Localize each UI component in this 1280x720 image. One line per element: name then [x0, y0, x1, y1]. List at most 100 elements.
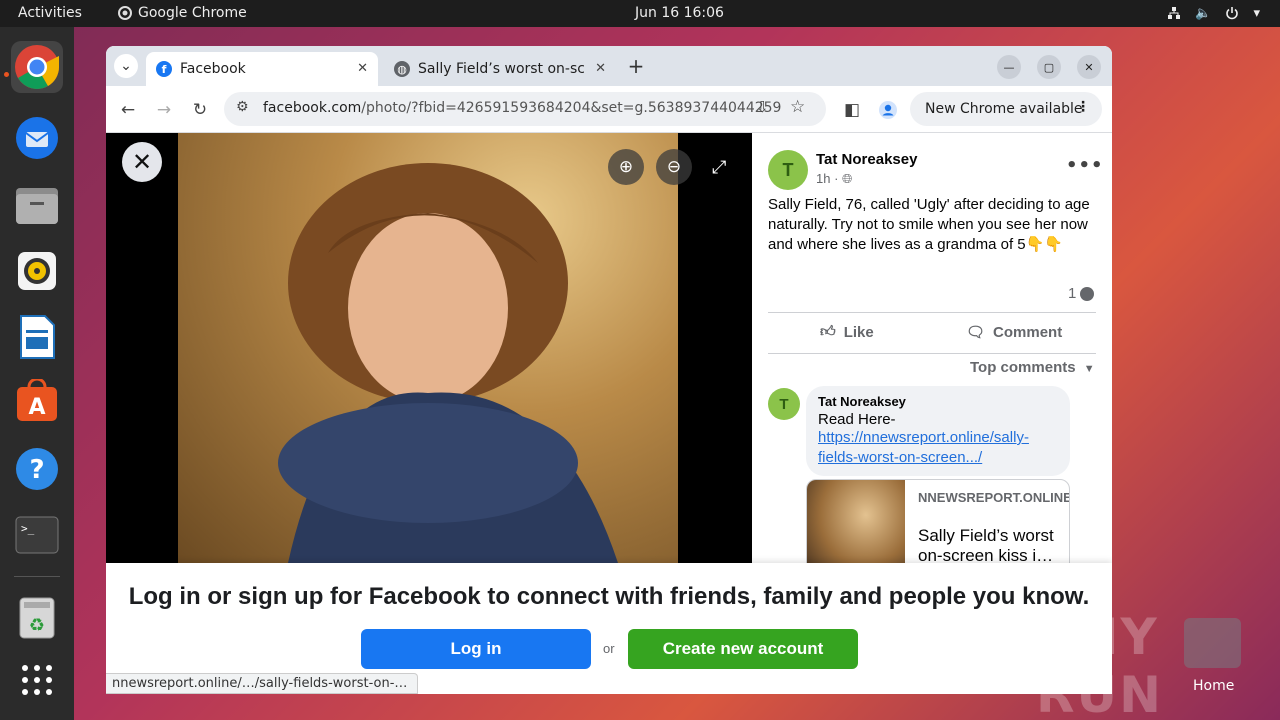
dock-software[interactable]: A: [11, 375, 63, 427]
dock-rhythmbox[interactable]: [11, 245, 63, 297]
close-icon: ✕: [131, 148, 153, 176]
comment-label: Comment: [993, 323, 1063, 341]
fullscreen-button[interactable]: ⤢: [712, 157, 726, 178]
profile-button[interactable]: [876, 98, 900, 122]
zoom-out-icon: ⊖: [666, 157, 682, 177]
portrait-image: [278, 163, 618, 563]
log-in-button[interactable]: Log in: [361, 629, 591, 669]
side-panel-button[interactable]: ◧: [840, 98, 864, 122]
writer-icon: [20, 315, 55, 359]
divider: [768, 312, 1096, 313]
author-avatar[interactable]: T: [768, 150, 808, 190]
minimize-button[interactable]: —: [997, 55, 1021, 79]
install-app-icon[interactable]: ⇩: [756, 98, 769, 116]
close-window-button[interactable]: ✕: [1077, 55, 1101, 79]
close-photo-button[interactable]: ✕: [122, 142, 162, 182]
svg-text:A: A: [28, 395, 45, 420]
comment-count[interactable]: 1: [1068, 285, 1095, 302]
apps-grid-icon: [22, 665, 52, 695]
dock-separator: [14, 576, 60, 577]
app-menu[interactable]: Google Chrome: [118, 5, 247, 21]
comment-text: Read Here-: [818, 411, 896, 428]
post-time[interactable]: 1h ·: [816, 171, 838, 186]
commenter-avatar[interactable]: T: [768, 388, 800, 420]
address-bar[interactable]: ⚙ facebook.com/photo/?fbid=4265915936842…: [224, 92, 826, 126]
url-path: /photo/?fbid=426591593684204&set=g.56389…: [361, 100, 782, 116]
new-tab-button[interactable]: +: [624, 54, 648, 78]
maximize-button[interactable]: ▢: [1037, 55, 1061, 79]
dock-terminal[interactable]: >_: [11, 509, 63, 561]
minimize-icon: —: [1003, 60, 1015, 74]
plus-icon: +: [627, 54, 645, 78]
tab-facebook[interactable]: f Facebook ✕: [146, 52, 378, 86]
help-icon: ?: [16, 448, 58, 490]
tab-sally-field[interactable]: ◍ Sally Field’s worst on-scr ✕: [384, 52, 616, 86]
post-sidebar: T Tat Noreaksey 1h · 🌐︎ ••• Sally Field,…: [752, 133, 1112, 563]
comment-link[interactable]: https://nnewsreport.online/sally-fields-…: [818, 428, 1058, 468]
arrow-left-icon: ←: [120, 100, 136, 120]
zoom-out-button[interactable]: ⊖: [656, 149, 692, 185]
post-meta: 1h · 🌐︎: [816, 171, 852, 187]
thumbs-up-icon: 👍︎: [820, 323, 836, 340]
url-text: facebook.com/photo/?fbid=426591593684204…: [263, 100, 781, 116]
zoom-in-button[interactable]: ⊕: [608, 149, 644, 185]
site-info-icon[interactable]: ⚙: [236, 99, 249, 115]
dock: A ? >_ ♻: [0, 27, 74, 720]
dock-files[interactable]: [11, 179, 63, 231]
network-icon: [1168, 7, 1181, 19]
back-button[interactable]: ←: [116, 98, 140, 122]
tab-title: Facebook: [180, 61, 246, 77]
post-more-button[interactable]: •••: [1066, 155, 1104, 176]
login-prompt-message: Log in or sign up for Facebook to connec…: [128, 583, 1090, 610]
chrome-icon: [15, 45, 59, 89]
dock-thunderbird[interactable]: [11, 111, 63, 163]
app-name: Google Chrome: [138, 5, 247, 21]
comment-button[interactable]: 🗨︎ Comment: [966, 323, 1063, 342]
home-folder-icon[interactable]: [1184, 618, 1241, 668]
dock-chrome[interactable]: [11, 41, 63, 93]
dock-show-apps[interactable]: [11, 654, 63, 706]
top-comments-filter[interactable]: Top comments ▼: [970, 359, 1095, 376]
clock[interactable]: Jun 16 16:06: [635, 5, 724, 21]
globe-icon: 🌐︎: [842, 171, 853, 186]
link-preview-card[interactable]: NNEWSREPORT.ONLINE Sally Field’s worst o…: [806, 479, 1070, 563]
link-preview-domain: NNEWSREPORT.ONLINE: [918, 490, 1070, 505]
software-icon: A: [17, 379, 57, 421]
forward-button[interactable]: →: [152, 98, 176, 122]
svg-text:>_: >_: [21, 522, 35, 535]
new-chrome-available-button[interactable]: New Chrome available ⋮: [910, 92, 1102, 126]
home-label[interactable]: Home: [1193, 678, 1234, 694]
maximize-icon: ▢: [1043, 60, 1055, 74]
system-tray[interactable]: 🔈 ▾: [1167, 6, 1260, 21]
close-tab-icon[interactable]: ✕: [357, 61, 368, 76]
top-comments-label: Top comments: [970, 359, 1076, 376]
volume-icon: 🔈: [1195, 6, 1212, 21]
menu-kebab-icon[interactable]: ⋮: [1076, 99, 1090, 115]
status-bubble-url: nnewsreport.online/…/sally-fields-worst-…: [106, 673, 419, 694]
chrome-window: ⌄ f Facebook ✕ ◍ Sally Field’s worst on-…: [106, 46, 1112, 694]
comment-icon: 🗨︎: [966, 324, 986, 341]
post-photo[interactable]: [178, 133, 678, 563]
or-label: or: [603, 641, 615, 656]
reload-button[interactable]: ↻: [188, 98, 212, 122]
comment-bubble-icon: [1080, 286, 1095, 301]
activities-button[interactable]: Activities: [18, 5, 82, 21]
running-indicator: [4, 72, 9, 77]
svg-text:♻: ♻: [29, 615, 45, 636]
url-host: facebook.com: [263, 100, 362, 116]
tab-search-button[interactable]: ⌄: [114, 54, 138, 78]
bookmark-star-icon[interactable]: ☆: [790, 97, 805, 117]
dock-help[interactable]: ?: [11, 443, 63, 495]
like-button[interactable]: 👍︎ Like: [820, 323, 874, 341]
close-icon: ✕: [1084, 60, 1094, 74]
dock-trash[interactable]: ♻: [11, 592, 63, 644]
close-tab-icon[interactable]: ✕: [595, 61, 606, 76]
thunderbird-icon: [16, 117, 58, 159]
create-account-button[interactable]: Create new account: [628, 629, 858, 669]
comment-author[interactable]: Tat Noreaksey: [818, 394, 1058, 409]
post-author[interactable]: Tat Noreaksey: [816, 151, 917, 168]
chrome-small-icon: [118, 6, 132, 20]
reload-icon: ↻: [192, 100, 208, 120]
chevron-down-icon: ⌄: [120, 58, 132, 74]
dock-writer[interactable]: [11, 311, 63, 363]
